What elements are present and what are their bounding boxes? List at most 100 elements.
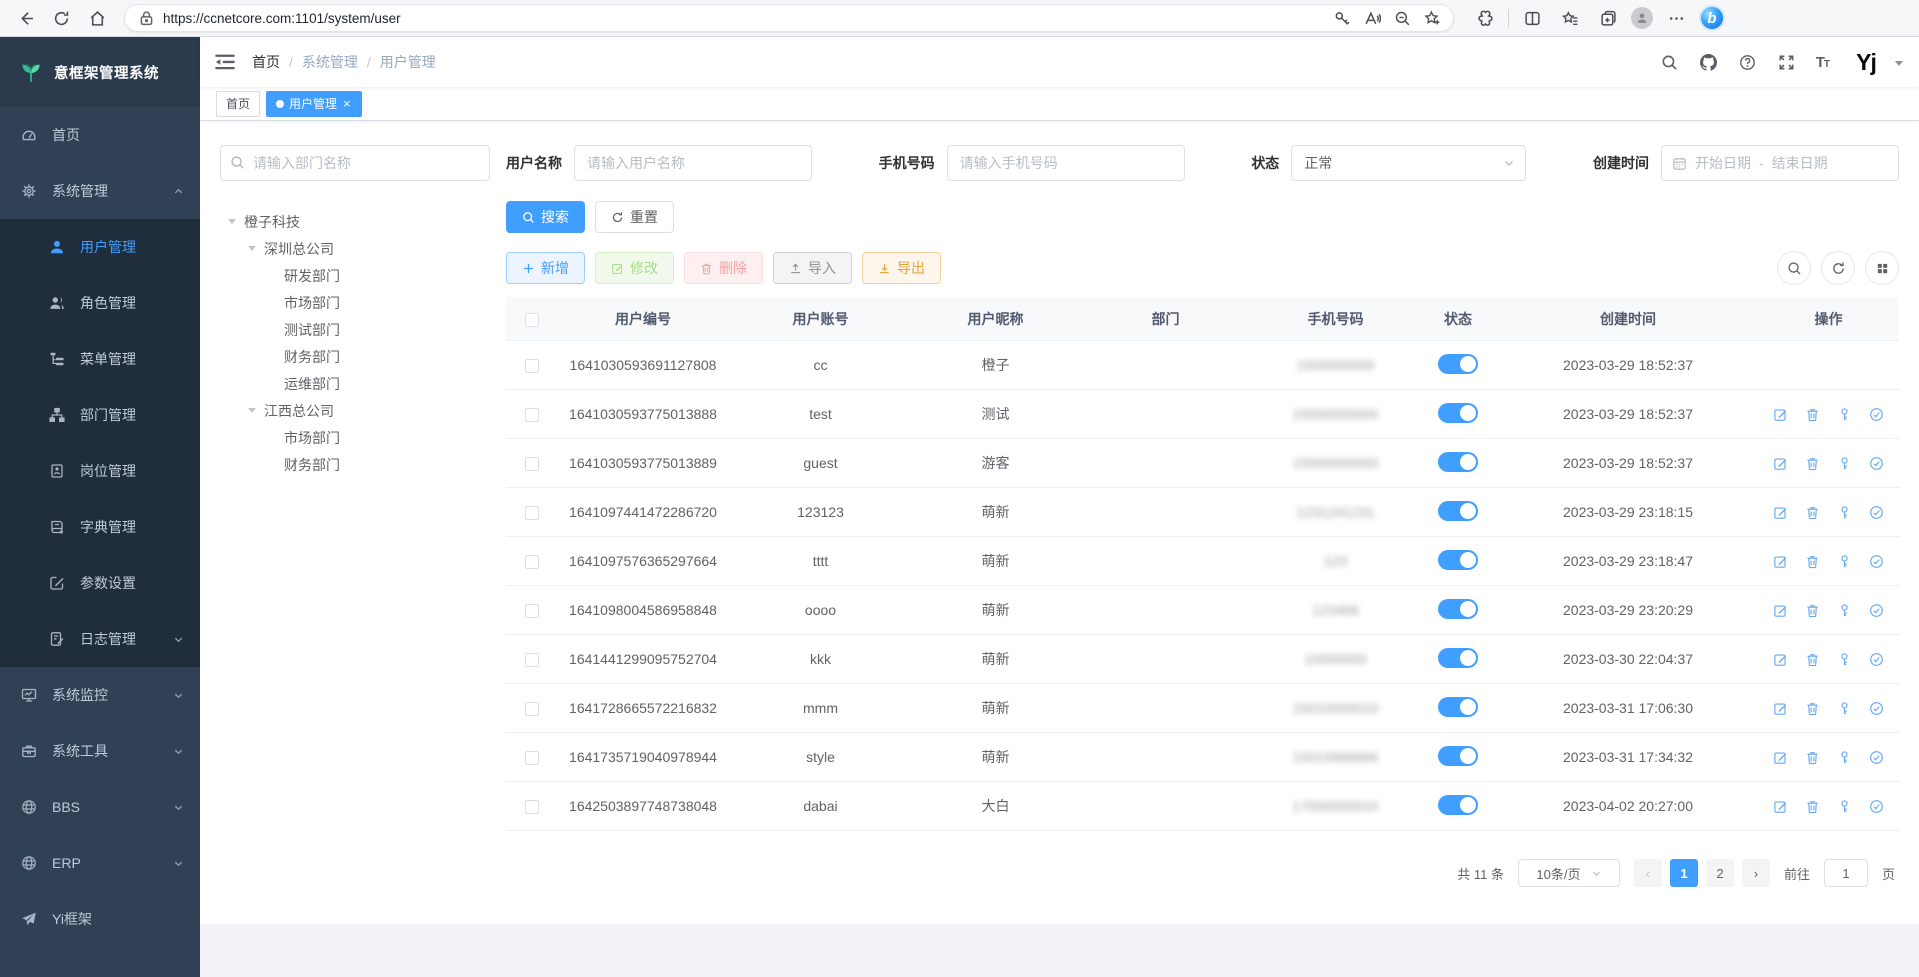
edit-icon[interactable] xyxy=(1773,652,1788,667)
sidebar-item-posts[interactable]: 岗位管理 xyxy=(0,443,200,499)
sidebar-item-tools[interactable]: 系统工具 xyxy=(0,723,200,779)
table-search-toggle-button[interactable] xyxy=(1777,251,1811,285)
caret-down-icon[interactable] xyxy=(248,405,264,417)
delete-icon[interactable] xyxy=(1805,407,1820,422)
breadcrumb-home[interactable]: 首页 xyxy=(252,52,280,72)
username-input[interactable] xyxy=(574,145,812,181)
tree-node[interactable]: 财务部门 xyxy=(220,343,490,370)
caret-down-icon[interactable] xyxy=(228,216,244,228)
status-toggle[interactable] xyxy=(1438,648,1478,668)
edit-icon[interactable] xyxy=(1773,456,1788,471)
reset-password-icon[interactable] xyxy=(1837,701,1852,716)
user-avatar[interactable]: Yj xyxy=(1848,44,1884,80)
date-range-picker[interactable]: 开始日期 - 结束日期 xyxy=(1661,145,1899,181)
row-checkbox[interactable] xyxy=(525,359,539,373)
status-toggle[interactable] xyxy=(1438,697,1478,717)
delete-button[interactable]: 删除 xyxy=(684,252,763,284)
help-icon[interactable] xyxy=(1738,52,1758,72)
reset-password-icon[interactable] xyxy=(1837,554,1852,569)
github-icon[interactable] xyxy=(1699,52,1719,72)
status-toggle[interactable] xyxy=(1438,354,1478,374)
tree-node[interactable]: 研发部门 xyxy=(220,262,490,289)
check-circle-icon[interactable] xyxy=(1869,603,1884,618)
delete-icon[interactable] xyxy=(1805,603,1820,618)
table-refresh-button[interactable] xyxy=(1821,251,1855,285)
caret-down-icon[interactable] xyxy=(248,243,264,255)
reset-password-icon[interactable] xyxy=(1837,407,1852,422)
status-toggle[interactable] xyxy=(1438,501,1478,521)
phone-input[interactable] xyxy=(947,145,1185,181)
avatar-caret-down-icon[interactable] xyxy=(1895,61,1903,70)
sidebar-item-logs[interactable]: 日志管理 xyxy=(0,611,200,667)
add-button[interactable]: 新增 xyxy=(506,252,585,284)
reset-password-icon[interactable] xyxy=(1837,603,1852,618)
zoom-out-icon[interactable] xyxy=(1389,4,1415,32)
search-button[interactable]: 搜索 xyxy=(506,201,585,233)
page-button-2[interactable]: 2 xyxy=(1706,859,1734,887)
check-circle-icon[interactable] xyxy=(1869,407,1884,422)
tree-node[interactable]: 测试部门 xyxy=(220,316,490,343)
row-checkbox[interactable] xyxy=(525,800,539,814)
row-checkbox[interactable] xyxy=(525,555,539,569)
tree-node[interactable]: 市场部门 xyxy=(220,424,490,451)
password-key-icon[interactable] xyxy=(1329,4,1355,32)
edit-icon[interactable] xyxy=(1773,603,1788,618)
sidebar-item-departments[interactable]: 部门管理 xyxy=(0,387,200,443)
sidebar-item-system[interactable]: 系统管理 xyxy=(0,163,200,219)
prev-page-button[interactable]: ‹ xyxy=(1634,859,1662,887)
row-checkbox[interactable] xyxy=(525,457,539,471)
status-toggle[interactable] xyxy=(1438,795,1478,815)
browser-more-icon[interactable] xyxy=(1661,4,1691,32)
bing-copilot-icon[interactable]: b xyxy=(1699,5,1725,31)
edit-button[interactable]: 修改 xyxy=(595,252,674,284)
delete-icon[interactable] xyxy=(1805,456,1820,471)
reset-password-icon[interactable] xyxy=(1837,456,1852,471)
edit-icon[interactable] xyxy=(1773,505,1788,520)
delete-icon[interactable] xyxy=(1805,799,1820,814)
read-aloud-icon[interactable] xyxy=(1359,4,1385,32)
check-circle-icon[interactable] xyxy=(1869,799,1884,814)
sidebar-item-erp[interactable]: ERP xyxy=(0,835,200,891)
tree-node[interactable]: 财务部门 xyxy=(220,451,490,478)
status-toggle[interactable] xyxy=(1438,403,1478,423)
check-circle-icon[interactable] xyxy=(1869,652,1884,667)
row-checkbox[interactable] xyxy=(525,653,539,667)
check-circle-icon[interactable] xyxy=(1869,701,1884,716)
select-all-checkbox[interactable] xyxy=(525,313,539,327)
status-select[interactable]: 正常 xyxy=(1291,145,1526,181)
edit-icon[interactable] xyxy=(1773,750,1788,765)
reset-password-icon[interactable] xyxy=(1837,505,1852,520)
browser-back-button[interactable] xyxy=(10,4,40,32)
reset-password-icon[interactable] xyxy=(1837,799,1852,814)
status-toggle[interactable] xyxy=(1438,452,1478,472)
dept-search-input[interactable] xyxy=(220,145,490,181)
delete-icon[interactable] xyxy=(1805,505,1820,520)
table-columns-button[interactable] xyxy=(1865,251,1899,285)
browser-profile-avatar[interactable] xyxy=(1631,7,1653,29)
font-size-icon[interactable]: TT xyxy=(1816,54,1829,71)
collections-icon[interactable] xyxy=(1593,4,1623,32)
next-page-button[interactable]: › xyxy=(1742,859,1770,887)
sidebar-item-dictionary[interactable]: 字典管理 xyxy=(0,499,200,555)
check-circle-icon[interactable] xyxy=(1869,750,1884,765)
status-toggle[interactable] xyxy=(1438,599,1478,619)
edit-icon[interactable] xyxy=(1773,799,1788,814)
browser-reload-button[interactable] xyxy=(46,4,76,32)
header-search-icon[interactable] xyxy=(1660,52,1680,72)
status-toggle[interactable] xyxy=(1438,746,1478,766)
tree-node[interactable]: 橙子科技 xyxy=(220,208,490,235)
delete-icon[interactable] xyxy=(1805,701,1820,716)
delete-icon[interactable] xyxy=(1805,750,1820,765)
browser-essentials-icon[interactable] xyxy=(1470,4,1500,32)
sidebar-item-yi-framework[interactable]: Yi框架 xyxy=(0,891,200,947)
status-toggle[interactable] xyxy=(1438,550,1478,570)
browser-home-button[interactable] xyxy=(82,4,112,32)
goto-page-input[interactable] xyxy=(1824,859,1868,887)
fullscreen-icon[interactable] xyxy=(1777,52,1797,72)
tree-node[interactable]: 市场部门 xyxy=(220,289,490,316)
delete-icon[interactable] xyxy=(1805,652,1820,667)
split-screen-icon[interactable] xyxy=(1517,4,1547,32)
url-text[interactable]: https://ccnetcore.com:1101/system/user xyxy=(163,11,1321,26)
tree-node[interactable]: 江西总公司 xyxy=(220,397,490,424)
sidebar-item-bbs[interactable]: BBS xyxy=(0,779,200,835)
